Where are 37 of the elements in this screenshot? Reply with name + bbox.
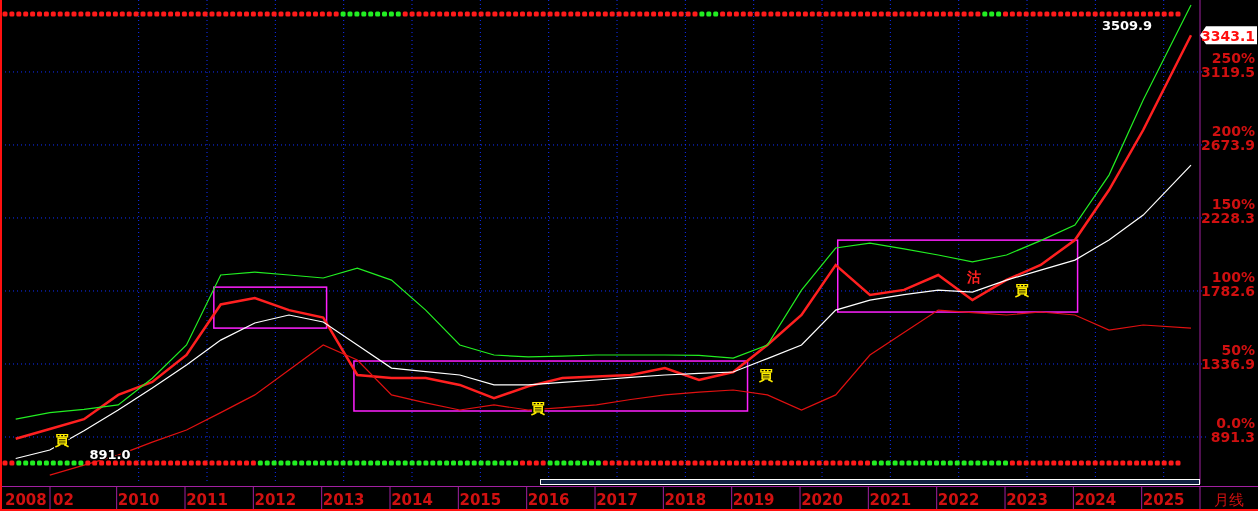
percent-axis-label: 250% [1211, 49, 1255, 66]
scroll-bar[interactable] [540, 479, 1200, 485]
price-axis-label: 2673.9 [1200, 136, 1255, 153]
buy-signal-label: 買 [1015, 281, 1030, 298]
price-axis-label: 1336.9 [1200, 356, 1255, 372]
year-axis-label: 2013 [322, 491, 365, 509]
year-axis-label: 2023 [1006, 491, 1048, 509]
price-axis-label: 1782.6 [1200, 283, 1255, 299]
percent-axis-label: 0.0% [1216, 415, 1255, 431]
buy-signal-label: 買 [759, 366, 773, 383]
year-axis-label: 2017 [596, 491, 638, 509]
price-axis-label: 2228.3 [1200, 209, 1255, 226]
percent-axis-label: 150% [1211, 195, 1255, 212]
year-axis-label: 2008 [5, 491, 47, 509]
year-axis-label: 2016 [527, 491, 570, 509]
year-axis-label: 2024 [1074, 491, 1117, 509]
year-axis-label: 2020 [801, 491, 843, 509]
period-label: 月线 [1214, 491, 1244, 509]
year-axis-label: 2018 [664, 491, 707, 509]
year-axis-label: 2025 [1142, 491, 1185, 509]
year-axis-label: 2022 [937, 491, 980, 509]
year-axis-label: 2019 [732, 491, 775, 509]
sell-signal-label: 沽 [967, 268, 982, 285]
price-axis-label: 891.3 [1210, 429, 1255, 445]
high-price-label: 3509.9 [1101, 18, 1153, 33]
year-axis-label: 02 [53, 491, 74, 509]
percent-axis-label: 100% [1211, 269, 1255, 285]
price-axis-label: 3119.5 [1200, 63, 1255, 80]
year-axis-label: 2021 [869, 491, 912, 509]
year-axis-label: 2011 [186, 491, 228, 509]
year-axis-label: 2015 [459, 491, 502, 509]
percent-axis-label: 50% [1221, 342, 1255, 358]
current-price-tag: 3343.1 [1200, 26, 1257, 45]
year-axis-label: 2012 [254, 491, 297, 509]
year-axis-label: 2010 [117, 491, 160, 509]
percent-axis-label: 200% [1211, 122, 1255, 139]
year-axis-label: 2014 [391, 491, 433, 509]
